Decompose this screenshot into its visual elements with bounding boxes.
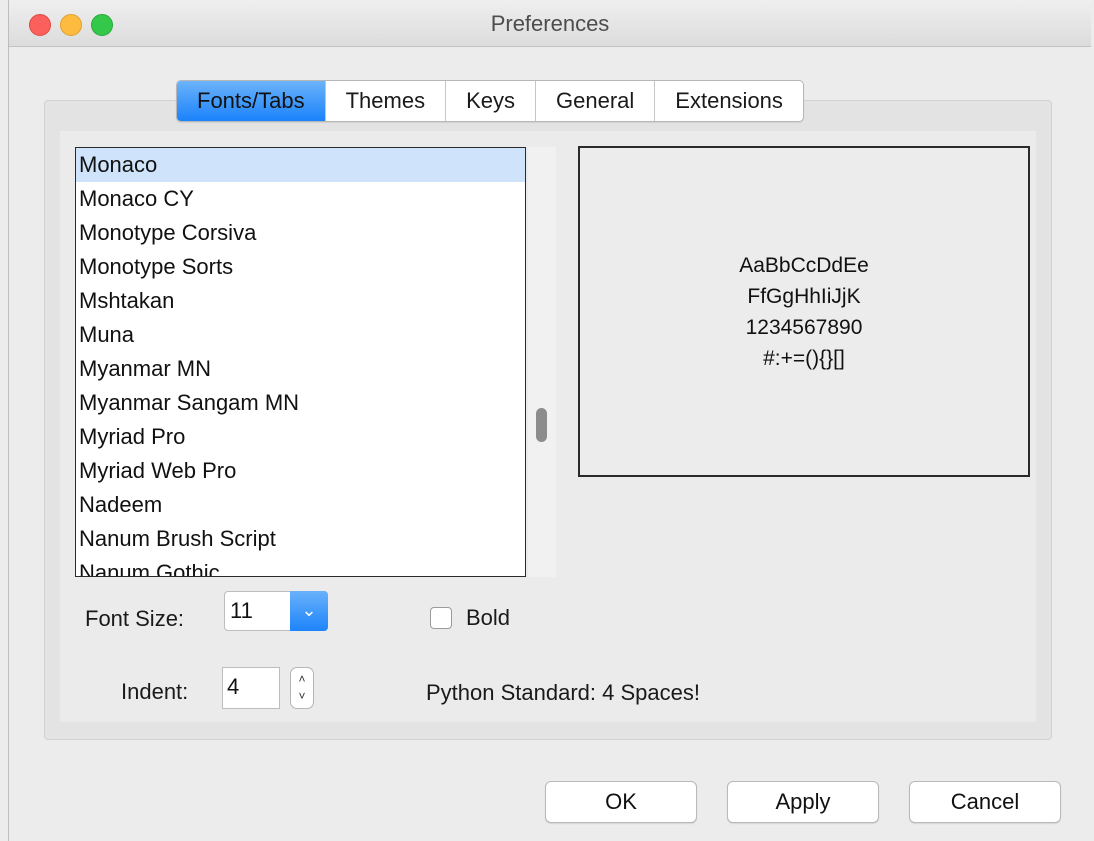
indent-stepper[interactable]: ˄ ˅ <box>290 667 314 709</box>
font-size-label: Font Size: <box>85 606 185 631</box>
tab-bar: Fonts/Tabs Themes Keys General Extension… <box>176 80 804 122</box>
font-list[interactable]: Monaco Monaco CY Monotype Corsiva Monoty… <box>75 147 526 577</box>
stepper-up-icon[interactable]: ˄ <box>291 672 313 686</box>
tab-themes[interactable]: Themes <box>324 81 445 121</box>
font-size-select[interactable]: 11 ⌄ <box>224 591 328 631</box>
sample-line: 1234567890 <box>745 315 863 339</box>
indent-label: Indent: <box>121 679 189 704</box>
font-list-item[interactable]: Myanmar Sangam MN <box>76 386 525 420</box>
font-list-item[interactable]: Muna <box>76 318 525 352</box>
font-list-item[interactable]: Mshtakan <box>76 284 525 318</box>
tab-fonts-tabs[interactable]: Fonts/Tabs <box>177 81 325 121</box>
stepper-down-icon[interactable]: ˅ <box>291 689 313 703</box>
indent-value: 4 <box>227 674 240 699</box>
indent-input[interactable]: 4 <box>222 667 280 709</box>
font-list-item[interactable]: Nanum Gothic <box>76 556 525 576</box>
font-list-item[interactable]: Myanmar MN <box>76 352 525 386</box>
window-title: Preferences <box>490 11 610 36</box>
font-size-value: 11 <box>230 598 253 623</box>
tab-extensions[interactable]: Extensions <box>654 81 803 121</box>
font-list-scroll-thumb[interactable] <box>536 408 547 442</box>
font-list-item[interactable]: Monaco CY <box>76 182 525 216</box>
sample-line: #:+=(){}[] <box>763 346 845 370</box>
font-list-item[interactable]: Monotype Sorts <box>76 250 525 284</box>
sample-line: AaBbCcDdEe <box>739 253 869 277</box>
font-list-item[interactable]: Monaco <box>76 148 525 182</box>
font-list-item[interactable]: Nanum Brush Script <box>76 522 525 556</box>
font-list-item[interactable]: Monotype Corsiva <box>76 216 525 250</box>
tab-general[interactable]: General <box>535 81 654 121</box>
chevron-down-icon[interactable]: ⌄ <box>290 591 328 631</box>
cancel-button[interactable]: Cancel <box>909 781 1061 823</box>
bold-label: Bold <box>466 605 511 630</box>
font-list-item[interactable]: Nadeem <box>76 488 525 522</box>
font-sample-box: AaBbCcDdEe FfGgHhIiJjK 1234567890 #:+=()… <box>578 146 1030 477</box>
tab-keys[interactable]: Keys <box>445 81 535 121</box>
sample-line: FfGgHhIiJjK <box>747 284 861 308</box>
title-bar[interactable]: Preferences <box>9 0 1091 47</box>
python-standard-note: Python Standard: 4 Spaces! <box>426 680 700 705</box>
bold-checkbox[interactable] <box>430 607 452 629</box>
apply-button[interactable]: Apply <box>727 781 879 823</box>
ok-button[interactable]: OK <box>545 781 697 823</box>
font-list-item[interactable]: Myriad Web Pro <box>76 454 525 488</box>
font-list-item[interactable]: Myriad Pro <box>76 420 525 454</box>
font-list-scrollbar[interactable] <box>528 147 556 577</box>
